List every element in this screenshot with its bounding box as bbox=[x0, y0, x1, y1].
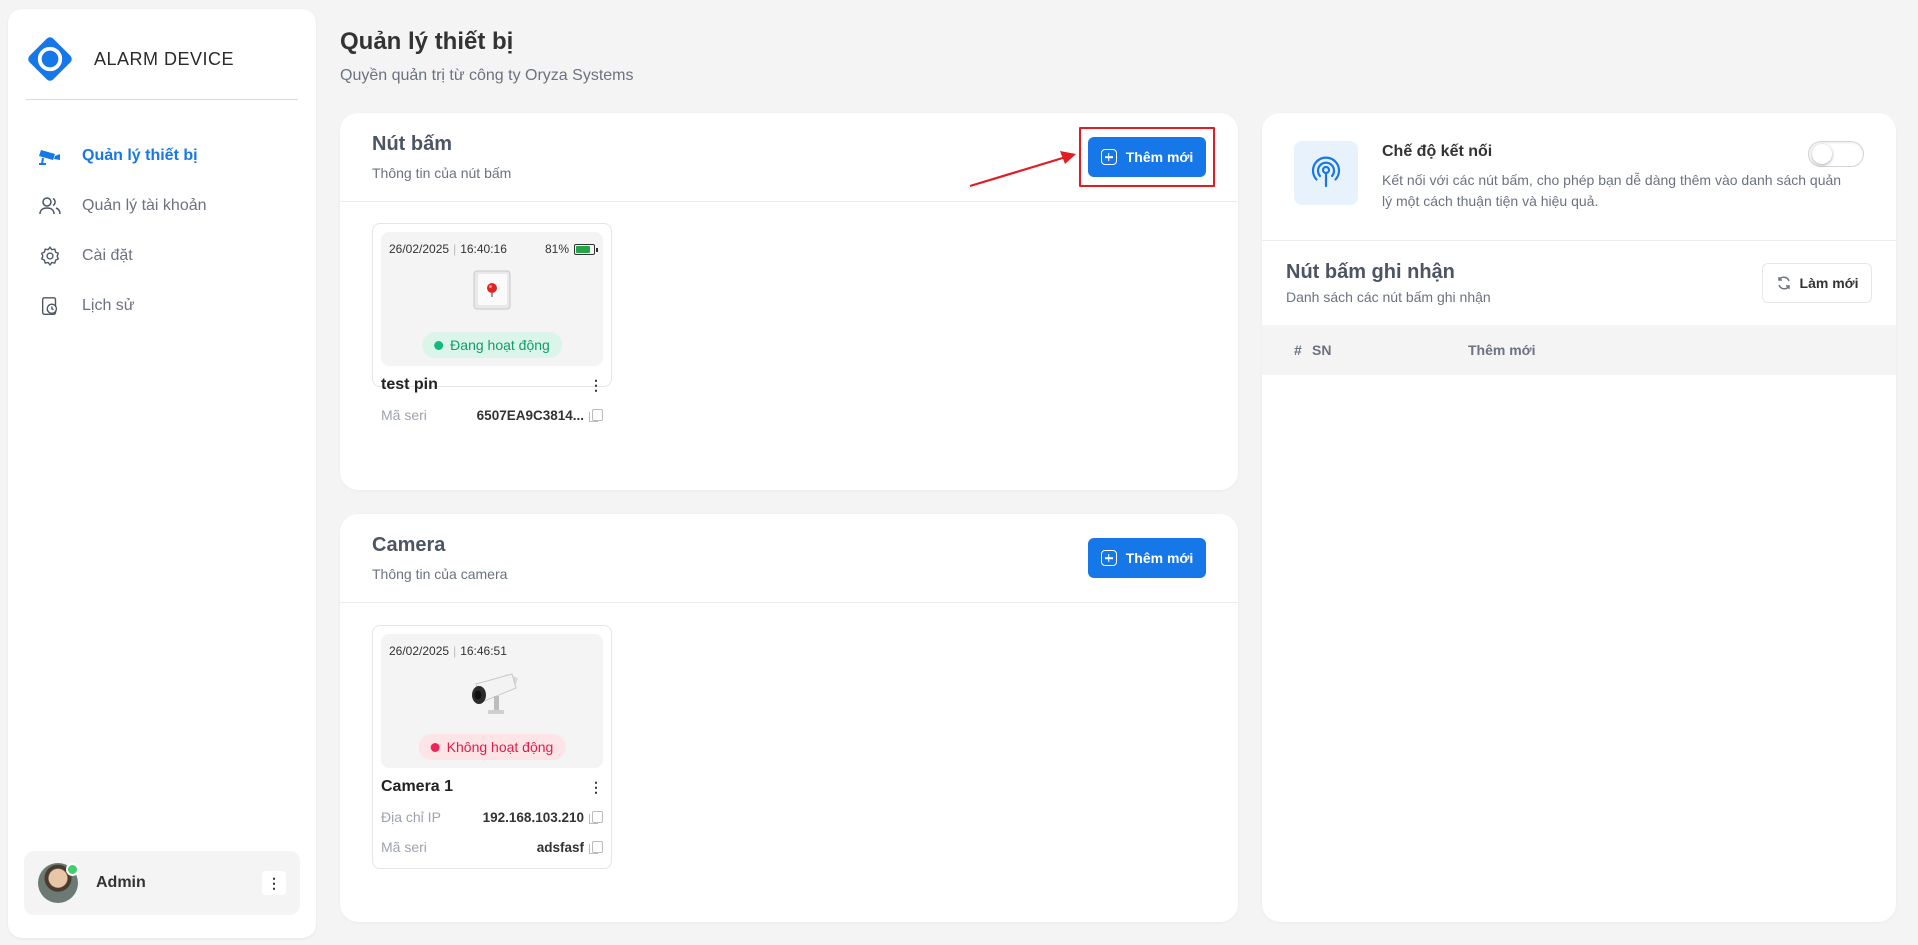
panel-subtitle: Thông tin của nút bấm bbox=[372, 165, 512, 181]
refresh-label: Làm mới bbox=[1799, 275, 1859, 291]
ip-row: Địa chỉ IP 192.168.103.210 bbox=[381, 806, 603, 828]
refresh-icon bbox=[1777, 276, 1790, 290]
panel-title: Nút bấm bbox=[372, 133, 452, 155]
serial-row: Mã seri adsfasf bbox=[381, 836, 603, 858]
more-options-button[interactable]: ⋮ bbox=[262, 871, 286, 895]
device-name: test pin ⋮ bbox=[381, 374, 603, 396]
plus-square-icon bbox=[1100, 149, 1117, 165]
serial-label: Mã seri bbox=[381, 407, 427, 423]
divider bbox=[340, 201, 1238, 202]
camera-image bbox=[462, 670, 522, 723]
received-title: Nút bấm ghi nhận bbox=[1286, 261, 1455, 283]
column-sn: SN bbox=[1312, 342, 1332, 358]
sidebar: ALARM DEVICE Quản lý thiết bị Quản lý tà… bbox=[8, 9, 316, 938]
add-button-label: Thêm mới bbox=[1125, 149, 1194, 165]
user-name: Admin bbox=[96, 874, 146, 891]
battery-percent: 81% bbox=[544, 242, 569, 256]
table-header: # SN Thêm mới bbox=[1262, 325, 1896, 375]
logo-icon bbox=[26, 35, 74, 83]
sidebar-item-label: Quản lý tài khoản bbox=[82, 197, 207, 214]
sidebar-item-accounts[interactable]: Quản lý tài khoản bbox=[38, 181, 308, 231]
device-more-button[interactable]: ⋮ bbox=[589, 779, 603, 796]
camera-card[interactable]: 26/02/2025 | 16:46:51 Không hoạt động Came… bbox=[372, 625, 612, 869]
sidebar-item-label: Lịch sử bbox=[82, 297, 135, 314]
date: 26/02/2025 bbox=[389, 242, 450, 256]
status-badge: Đang hoạt động bbox=[422, 332, 562, 358]
plus-square-icon bbox=[1100, 550, 1117, 566]
battery-icon bbox=[574, 243, 598, 255]
add-button-camera[interactable]: Thêm mới bbox=[1088, 538, 1206, 578]
annotation-arrow-icon bbox=[969, 151, 1076, 188]
cctv-icon bbox=[38, 144, 62, 168]
serial-value: adsfasf bbox=[536, 839, 584, 855]
user-menu[interactable]: Admin ⋮ bbox=[24, 851, 300, 915]
serial-value: 6507EA9C3814... bbox=[476, 407, 584, 423]
sidebar-item-label: Quản lý thiết bị bbox=[82, 147, 198, 164]
connect-mode-toggle[interactable] bbox=[1808, 141, 1864, 167]
battery-indicator: 81% bbox=[544, 242, 598, 256]
device-name-label: test pin bbox=[381, 376, 438, 393]
ip-label: Địa chỉ IP bbox=[381, 809, 441, 825]
sidebar-nav: Quản lý thiết bị Quản lý tài khoản Cài đ… bbox=[38, 131, 308, 331]
timestamp: 26/02/2025 | 16:46:51 bbox=[389, 644, 507, 658]
brand-name: ALARM DEVICE bbox=[94, 48, 235, 69]
panel-subtitle: Thông tin của camera bbox=[372, 566, 508, 582]
connect-mode-description: Kết nối với các nút bấm, cho phép bạn dễ… bbox=[1382, 172, 1842, 209]
alarm-button-image bbox=[470, 268, 514, 317]
copy-icon[interactable] bbox=[589, 811, 603, 824]
ip-value: 192.168.103.210 bbox=[482, 809, 584, 825]
device-preview: 26/02/2025 | 16:40:16 81% Đang hoạt động bbox=[381, 232, 603, 366]
sidebar-item-label: Cài đặt bbox=[82, 247, 133, 264]
gear-icon bbox=[38, 244, 62, 268]
sidebar-item-devices[interactable]: Quản lý thiết bị bbox=[38, 131, 308, 181]
users-icon bbox=[38, 194, 62, 218]
device-name-label: Camera 1 bbox=[381, 778, 454, 795]
sidebar-item-history[interactable]: Lịch sử bbox=[38, 281, 308, 331]
received-subtitle: Danh sách các nút bấm ghi nhận bbox=[1286, 289, 1491, 305]
camera-preview: 26/02/2025 | 16:46:51 Không hoạt động bbox=[381, 634, 603, 768]
device-card[interactable]: 26/02/2025 | 16:40:16 81% Đang hoạt động t… bbox=[372, 223, 612, 423]
column-index: # bbox=[1294, 342, 1302, 358]
date: 26/02/2025 bbox=[389, 644, 450, 658]
status-label: Đang hoạt động bbox=[450, 337, 550, 353]
copy-icon[interactable] bbox=[589, 841, 603, 854]
add-button-device[interactable]: Thêm mới bbox=[1088, 137, 1206, 177]
time: 16:46:51 bbox=[460, 644, 507, 658]
broadcast-icon bbox=[1294, 141, 1358, 205]
device-name: Camera 1 ⋮ bbox=[381, 776, 603, 798]
page-title: Quản lý thiết bị bbox=[340, 28, 514, 55]
avatar bbox=[38, 863, 79, 903]
serial-label: Mã seri bbox=[381, 839, 427, 855]
status-label: Không hoạt động bbox=[446, 739, 554, 755]
sidebar-item-settings[interactable]: Cài đặt bbox=[38, 231, 308, 281]
copy-icon[interactable] bbox=[589, 409, 603, 422]
brand[interactable]: ALARM DEVICE bbox=[26, 35, 235, 83]
device-more-button[interactable]: ⋮ bbox=[589, 377, 603, 394]
divider bbox=[26, 99, 298, 100]
serial-row: Mã seri 6507EA9C3814... bbox=[381, 404, 603, 426]
timestamp: 26/02/2025 | 16:40:16 bbox=[389, 242, 507, 256]
page-subtitle: Quyền quản trị từ công ty Oryza Systems bbox=[340, 67, 634, 84]
buttons-panel: Nút bấm Thông tin của nút bấm Thêm mới 2… bbox=[340, 113, 1238, 490]
history-icon bbox=[38, 294, 62, 318]
connect-mode-title: Chế độ kết nối bbox=[1382, 143, 1493, 160]
add-button-label: Thêm mới bbox=[1125, 550, 1194, 566]
time: 16:40:16 bbox=[460, 242, 507, 256]
panel-title: Camera bbox=[372, 534, 446, 556]
connection-panel: Chế độ kết nối Kết nối với các nút bấm, … bbox=[1262, 113, 1896, 922]
camera-panel: Camera Thông tin của camera Thêm mới 26/… bbox=[340, 514, 1238, 922]
divider bbox=[1262, 240, 1896, 241]
status-badge: Không hoạt động bbox=[418, 734, 566, 760]
column-added: Thêm mới bbox=[1468, 342, 1536, 358]
divider bbox=[340, 602, 1238, 603]
refresh-button[interactable]: Làm mới bbox=[1762, 263, 1872, 303]
